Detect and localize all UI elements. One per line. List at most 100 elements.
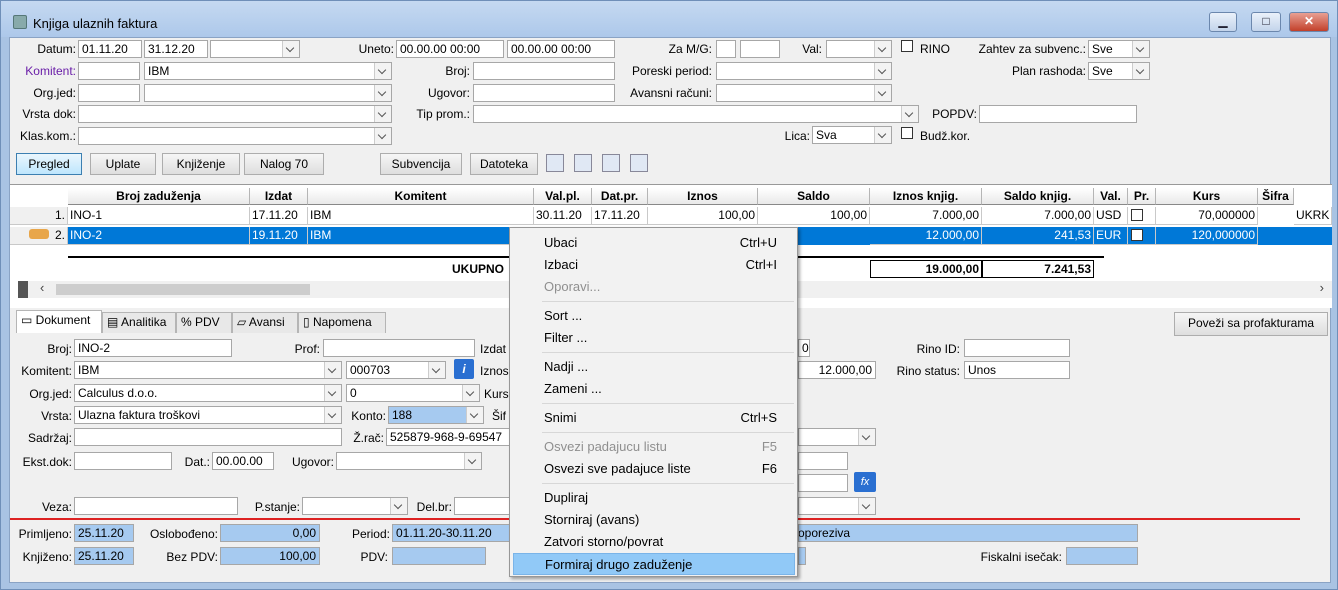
- zamg-field-1[interactable]: [716, 40, 736, 58]
- cell-iznosk[interactable]: 12.000,00: [870, 227, 982, 245]
- doc-dat-field[interactable]: 00.00.00: [212, 452, 274, 470]
- nalog-button[interactable]: Nalog 70: [244, 153, 324, 175]
- menu-item-osvezi-sve[interactable]: Osvezi sve padajuce liste F6: [513, 458, 795, 480]
- doc-orgjed-select[interactable]: Calculus d.o.o.: [74, 384, 342, 402]
- col-sifra[interactable]: Šifra: [1258, 188, 1294, 205]
- doc-prof-field[interactable]: [323, 339, 475, 357]
- doc-konto-select[interactable]: 188: [388, 406, 484, 424]
- doc-delbr-field[interactable]: [454, 497, 514, 515]
- col-saldok[interactable]: Saldo knjig.: [982, 188, 1094, 205]
- cell-izdat[interactable]: 17.11.20: [250, 207, 308, 225]
- menu-item-izbaci[interactable]: Izbaci Ctrl+I: [513, 254, 795, 276]
- minimize-button[interactable]: ▁: [1209, 12, 1237, 32]
- datum-period-select[interactable]: [210, 40, 300, 58]
- doc-orgjed-code[interactable]: 0: [346, 384, 480, 402]
- knjizenje-button[interactable]: Knjiženje: [162, 153, 240, 175]
- col-iznosk[interactable]: Iznos knjig.: [870, 188, 982, 205]
- cell-broj[interactable]: INO-1: [68, 207, 250, 225]
- komitent-code-field[interactable]: [78, 62, 140, 80]
- zahtev-select[interactable]: Sve: [1088, 40, 1150, 58]
- poreski-select[interactable]: [716, 62, 892, 80]
- doc-komitent-code[interactable]: 000703: [346, 361, 446, 379]
- doc-right-select-4[interactable]: [798, 497, 876, 515]
- function-icon[interactable]: fx: [854, 472, 876, 492]
- rino-checkbox[interactable]: [901, 40, 913, 52]
- col-valpl[interactable]: Val.pl.: [534, 188, 592, 205]
- lica-select[interactable]: Sva: [812, 126, 892, 144]
- tab-napomena[interactable]: ▯ Napomena: [298, 312, 386, 333]
- komitent-select[interactable]: IBM: [144, 62, 392, 80]
- tab-analitika[interactable]: ▤ Analitika: [102, 312, 176, 333]
- doc-pstanje-select[interactable]: [302, 497, 408, 515]
- datum-from-field[interactable]: 01.11.20: [78, 40, 142, 58]
- popdv-field[interactable]: [979, 105, 1137, 123]
- cell-kurs[interactable]: 120,000000: [1156, 227, 1258, 245]
- menu-item-storniraj[interactable]: Storniraj (avans): [513, 509, 795, 531]
- rinostatus-field[interactable]: Unos: [964, 361, 1070, 379]
- cell-val[interactable]: EUR: [1094, 227, 1128, 245]
- datoteka-button[interactable]: Datoteka: [470, 153, 538, 175]
- doc-right-select-1[interactable]: [798, 428, 876, 446]
- menu-item-zameni[interactable]: Zameni ...: [513, 378, 795, 400]
- orgjed-code-field[interactable]: [78, 84, 140, 102]
- cell-kurs[interactable]: 70,000000: [1156, 207, 1258, 225]
- cell-iznosk[interactable]: 7.000,00: [870, 207, 982, 225]
- cell-valpl[interactable]: 30.11.20: [534, 207, 592, 225]
- cell-saldok[interactable]: 241,53: [982, 227, 1094, 245]
- menu-item-filter[interactable]: Filter ...: [513, 327, 795, 349]
- cell-datpr[interactable]: 17.11.20: [592, 207, 648, 225]
- doc-ekst-field[interactable]: [74, 452, 172, 470]
- info-icon[interactable]: i: [454, 359, 474, 379]
- doc-right-field-3[interactable]: [798, 474, 848, 492]
- cell-komitent[interactable]: IBM: [308, 207, 534, 225]
- tab-dokument[interactable]: ▭ Dokument: [16, 310, 102, 333]
- scroll-left-icon[interactable]: ‹: [40, 280, 44, 295]
- broj-field[interactable]: [473, 62, 615, 80]
- doc-ugovor-select[interactable]: [336, 452, 482, 470]
- budz-checkbox[interactable]: [901, 127, 913, 139]
- menu-item-sort[interactable]: Sort ...: [513, 305, 795, 327]
- menu-item-nadji[interactable]: Nadji ...: [513, 356, 795, 378]
- col-broj[interactable]: Broj zaduženja: [68, 188, 250, 205]
- menu-item-snimi[interactable]: Snimi Ctrl+S: [513, 407, 795, 429]
- scroll-right-icon[interactable]: ›: [1320, 280, 1324, 295]
- cell-saldo[interactable]: 100,00: [758, 207, 870, 225]
- close-button[interactable]: ✕: [1289, 12, 1329, 32]
- tab-pdv[interactable]: % PDV: [176, 312, 232, 333]
- cell-iznos[interactable]: 100,00: [648, 207, 758, 225]
- cell-val[interactable]: USD: [1094, 207, 1128, 225]
- columns-tool-icon[interactable]: [630, 154, 648, 172]
- tab-avansi[interactable]: ▱ Avansi: [232, 312, 298, 333]
- klaskom-select[interactable]: [78, 127, 392, 145]
- val-select[interactable]: [826, 40, 892, 58]
- cell-pr[interactable]: [1128, 207, 1156, 225]
- user-tool-icon[interactable]: [574, 154, 592, 172]
- col-val[interactable]: Val.: [1094, 188, 1128, 205]
- doc-veza-field[interactable]: [74, 497, 238, 515]
- subvencija-button[interactable]: Subvencija: [380, 153, 462, 175]
- col-komitent[interactable]: Komitent: [308, 188, 534, 205]
- col-kurs[interactable]: Kurs: [1156, 188, 1258, 205]
- grid-tool-icon[interactable]: [546, 154, 564, 172]
- cell-sifra[interactable]: UKRK: [1294, 207, 1332, 225]
- uneto-to-field[interactable]: 00.00.00 00:00: [507, 40, 615, 58]
- doc-broj-field[interactable]: INO-2: [74, 339, 232, 357]
- menu-item-dupliraj[interactable]: Dupliraj: [513, 487, 795, 509]
- vrstadok-select[interactable]: [78, 105, 392, 123]
- document-tool-icon[interactable]: [602, 154, 620, 172]
- cell-saldok[interactable]: 7.000,00: [982, 207, 1094, 225]
- pr-checkbox[interactable]: [1131, 229, 1143, 241]
- doc-sadrzaj-field[interactable]: [74, 428, 342, 446]
- plan-select[interactable]: Sve: [1088, 62, 1150, 80]
- pr-checkbox[interactable]: [1131, 209, 1143, 221]
- uneto-from-field[interactable]: 00.00.00 00:00: [396, 40, 504, 58]
- orgjed-select[interactable]: [144, 84, 392, 102]
- uplate-button[interactable]: Uplate: [90, 153, 156, 175]
- cell-pr[interactable]: [1128, 227, 1156, 245]
- menu-item-formiraj[interactable]: Formiraj drugo zaduženje: [513, 553, 795, 575]
- cell-komitent[interactable]: IBM: [308, 227, 534, 245]
- tipprom-select[interactable]: [473, 105, 919, 123]
- cell-izdat[interactable]: 19.11.20: [250, 227, 308, 245]
- menu-item-zatvori[interactable]: Zatvori storno/povrat: [513, 531, 795, 553]
- datum-to-field[interactable]: 31.12.20: [144, 40, 208, 58]
